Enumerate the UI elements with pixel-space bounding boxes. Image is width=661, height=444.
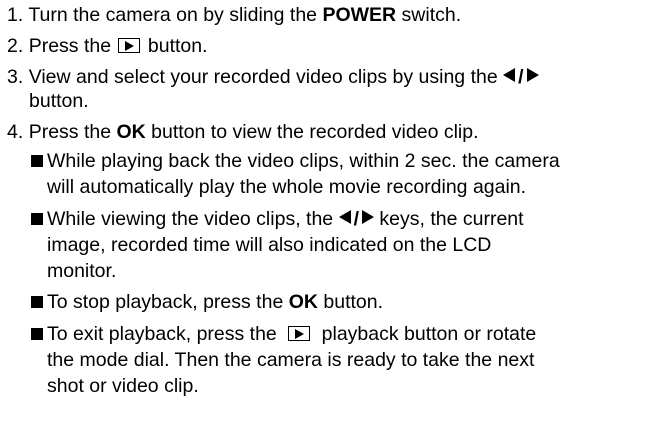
ok-label: OK (288, 291, 318, 313)
step-text: button to view the recorded video clip. (151, 121, 479, 143)
bullet-text: keys, the current (379, 208, 524, 230)
bullet-text: will automatically play the whole movie … (47, 176, 527, 198)
step-text: switch. (401, 4, 462, 26)
left-right-arrows: / (503, 64, 539, 90)
right-arrow-icon (526, 68, 539, 82)
power-label: POWER (322, 4, 397, 26)
bullet-square-icon (31, 155, 43, 167)
step-number: 4. (7, 121, 24, 143)
step-number: 3. (7, 66, 24, 88)
step-3-continuation: button. (29, 88, 89, 114)
bullet-text: While playing back the video clips, with… (47, 150, 560, 172)
bullet-4-line-1: To exit playback, press the playback but… (47, 321, 536, 347)
bullet-square-icon (31, 296, 43, 308)
step-number: 1. (7, 4, 24, 26)
step-text: Press the (28, 35, 112, 57)
bullet-text: To exit playback, press the (47, 323, 277, 345)
left-right-arrows: / (338, 206, 374, 232)
ok-label: OK (116, 121, 146, 143)
right-arrow-icon (361, 210, 374, 224)
bullet-2-line-3: monitor. (47, 258, 116, 284)
bullet-text: To stop playback, press the (47, 291, 284, 313)
bullet-text: monitor. (47, 260, 117, 282)
step-text: Turn the camera on by sliding the (28, 4, 318, 26)
step-1: 1. Turn the camera on by sliding the POW… (7, 2, 461, 28)
bullet-1-line-1: While playing back the video clips, with… (47, 148, 560, 174)
bullet-1-line-2: will automatically play the whole movie … (47, 174, 526, 200)
bullet-text: image, recorded time will also indicated… (47, 234, 492, 256)
bullet-square-icon (31, 328, 43, 340)
step-text: button. (29, 90, 89, 112)
left-arrow-icon (338, 210, 351, 224)
bullet-3-line-1: To stop playback, press the OK button. (47, 289, 383, 315)
playback-icon (288, 326, 311, 341)
bullet-4-line-2: the mode dial. Then the camera is ready … (47, 347, 534, 373)
bullet-text: shot or video clip. (47, 375, 199, 397)
left-arrow-icon (503, 68, 516, 82)
step-text: button. (147, 35, 208, 57)
slash: / (518, 66, 524, 88)
bullet-text: While viewing the video clips, the (47, 208, 334, 230)
bullet-text: playback button or rotate (321, 323, 537, 345)
step-4: 4. Press the OK button to view the recor… (7, 119, 479, 145)
manual-page: 1. Turn the camera on by sliding the POW… (0, 0, 661, 444)
step-3: 3. View and select your recorded video c… (7, 64, 539, 90)
playback-icon (118, 38, 141, 53)
step-2: 2. Press the button. (7, 33, 208, 59)
bullet-4-line-3: shot or video clip. (47, 373, 199, 399)
step-number: 2. (7, 35, 24, 57)
bullet-square-icon (31, 213, 43, 225)
step-text: View and select your recorded video clip… (28, 66, 498, 88)
step-text: Press the (28, 121, 112, 143)
slash: / (353, 208, 359, 230)
bullet-2-line-1: While viewing the video clips, the / key… (47, 206, 524, 232)
bullet-text: button. (323, 291, 384, 313)
bullet-2-line-2: image, recorded time will also indicated… (47, 232, 491, 258)
bullet-text: the mode dial. Then the camera is ready … (47, 349, 535, 371)
